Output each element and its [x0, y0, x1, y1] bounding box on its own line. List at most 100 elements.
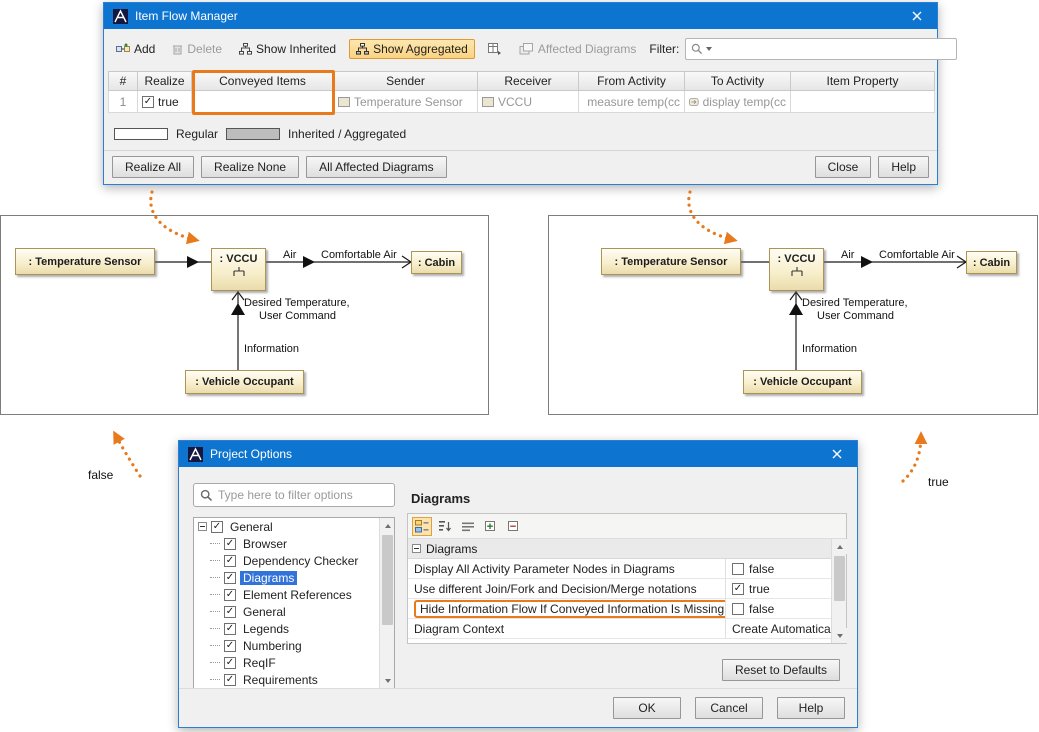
tree-checkbox[interactable]: [224, 640, 236, 652]
temperature-sensor-node[interactable]: : Temperature Sensor: [601, 248, 741, 275]
options-filter-input[interactable]: [218, 488, 388, 502]
inherited-aggregated-swatch: [226, 128, 280, 140]
properties-group-diagrams[interactable]: Diagrams: [408, 539, 831, 559]
sync-columns-button[interactable]: [484, 41, 506, 57]
cabin-node[interactable]: : Cabin: [411, 251, 462, 274]
show-inherited-button[interactable]: Show Inherited: [235, 40, 340, 58]
categorized-view-icon: [415, 520, 429, 533]
magicdraw-app-icon: [188, 447, 203, 462]
realize-none-button[interactable]: Realize None: [201, 156, 299, 178]
air-flow-label: Air: [841, 249, 854, 261]
tree-scrollbar[interactable]: [379, 518, 394, 688]
property-row-hide-information-flow[interactable]: Hide Information Flow If Conveyed Inform…: [408, 599, 831, 619]
tree-item-numbering[interactable]: Numbering: [194, 637, 394, 654]
vehicle-occupant-node[interactable]: : Vehicle Occupant: [743, 370, 862, 394]
column-header-sender[interactable]: Sender: [334, 71, 478, 91]
tree-item-requirements[interactable]: Requirements: [194, 671, 394, 688]
column-header-to-activity[interactable]: To Activity: [685, 71, 791, 91]
cabin-node[interactable]: : Cabin: [966, 251, 1017, 274]
scroll-up-icon[interactable]: [832, 539, 847, 554]
scroll-up-icon[interactable]: [380, 518, 395, 533]
table-row[interactable]: 1 true Temperature Sensor VCCU measure t…: [108, 91, 935, 113]
value-checkbox-unchecked[interactable]: [732, 563, 744, 575]
scroll-down-icon[interactable]: [380, 673, 395, 688]
column-header-num[interactable]: #: [108, 71, 138, 91]
vccu-node[interactable]: : VCCU: [769, 248, 824, 291]
tree-checkbox[interactable]: [224, 555, 236, 567]
value-checkbox-checked[interactable]: [732, 583, 744, 595]
po-help-button[interactable]: Help: [777, 697, 845, 719]
regular-label: Regular: [176, 127, 218, 141]
tree-checkbox[interactable]: [224, 606, 236, 618]
ok-button[interactable]: OK: [613, 697, 681, 719]
column-header-from-activity[interactable]: From Activity: [579, 71, 685, 91]
add-button[interactable]: Add: [112, 40, 159, 58]
rake-icon: [232, 267, 246, 277]
column-header-realize[interactable]: Realize: [138, 71, 192, 91]
po-close-icon[interactable]: [826, 445, 848, 463]
cell-item-property[interactable]: [791, 91, 935, 113]
tree-checkbox[interactable]: [224, 589, 236, 601]
collapse-all-button[interactable]: [504, 517, 524, 536]
tree-item-diagrams[interactable]: Diagrams: [194, 569, 394, 586]
cell-receiver: VCCU: [478, 91, 579, 113]
column-header-receiver[interactable]: Receiver: [478, 71, 579, 91]
affected-diagrams-button[interactable]: Affected Diagrams: [515, 40, 641, 58]
scrollbar-thumb[interactable]: [382, 535, 393, 625]
tree-item-legends[interactable]: Legends: [194, 620, 394, 637]
tree-checkbox[interactable]: [211, 521, 223, 533]
collapse-icon[interactable]: [412, 544, 421, 553]
filter-input[interactable]: [715, 42, 951, 56]
property-row-display-parameter-nodes[interactable]: Display All Activity Parameter Nodes in …: [408, 559, 831, 579]
all-affected-diagrams-button[interactable]: All Affected Diagrams: [306, 156, 447, 178]
realize-value: true: [158, 95, 179, 109]
expand-all-button[interactable]: [481, 517, 501, 536]
cell-conveyed-items[interactable]: [192, 91, 334, 113]
cancel-button[interactable]: Cancel: [695, 697, 763, 719]
close-button[interactable]: Close: [815, 156, 872, 178]
value-checkbox-unchecked[interactable]: [732, 603, 744, 615]
help-button[interactable]: Help: [878, 156, 929, 178]
vccu-node[interactable]: : VCCU: [211, 248, 266, 291]
reset-to-defaults-button[interactable]: Reset to Defaults: [722, 659, 840, 681]
property-row-join-fork-notation[interactable]: Use different Join/Fork and Decision/Mer…: [408, 579, 831, 599]
temperature-sensor-node[interactable]: : Temperature Sensor: [15, 248, 155, 275]
po-title: Project Options: [210, 447, 292, 461]
column-header-item-property[interactable]: Item Property: [791, 71, 935, 91]
categorized-view-button[interactable]: [412, 517, 432, 536]
delete-button[interactable]: Delete: [168, 40, 226, 58]
ifm-titlebar: Item Flow Manager: [104, 3, 937, 29]
properties-scrollbar[interactable]: [831, 539, 846, 643]
realize-all-button[interactable]: Realize All: [112, 156, 194, 178]
column-header-conveyed-items[interactable]: Conveyed Items: [192, 71, 334, 91]
ifm-buttons: Realize All Realize None All Affected Di…: [112, 156, 929, 178]
vehicle-occupant-node[interactable]: : Vehicle Occupant: [185, 370, 304, 394]
show-aggregated-button[interactable]: Show Aggregated: [349, 39, 475, 59]
desired-temperature-label: Desired Temperature,: [802, 297, 908, 309]
realize-checkbox[interactable]: [142, 96, 154, 108]
sort-alphabetically-button[interactable]: [435, 517, 455, 536]
project-options-dialog: Project Options General Browser Dependen…: [178, 440, 858, 728]
scrollbar-thumb[interactable]: [834, 556, 845, 601]
scroll-down-icon[interactable]: [832, 628, 847, 643]
tree-item-reqif[interactable]: ReqIF: [194, 654, 394, 671]
collapse-icon[interactable]: [198, 522, 207, 531]
tree-checkbox[interactable]: [224, 538, 236, 550]
ifm-close-icon[interactable]: [906, 7, 928, 25]
ifm-right-buttons: Close Help: [815, 156, 929, 178]
tree-item-browser[interactable]: Browser: [194, 535, 394, 552]
show-description-button[interactable]: [458, 517, 478, 536]
tree-checkbox[interactable]: [224, 623, 236, 635]
tree-item-general[interactable]: General: [194, 603, 394, 620]
tree-item-element-references[interactable]: Element References: [194, 586, 394, 603]
tree-checkbox[interactable]: [224, 674, 236, 686]
filter-options-caret-icon[interactable]: [706, 47, 712, 51]
property-row-diagram-context[interactable]: Diagram Context Create Automatically: [408, 619, 831, 639]
tree-checkbox[interactable]: [224, 572, 236, 584]
tree-item-label: Browser: [240, 537, 290, 551]
ifm-separator: [104, 150, 937, 151]
tree-checkbox[interactable]: [224, 657, 236, 669]
tree-item-dependency-checker[interactable]: Dependency Checker: [194, 552, 394, 569]
tree-item-general-root[interactable]: General: [194, 518, 394, 535]
item-flow-manager-dialog: Item Flow Manager Add Delete Show Inheri…: [103, 2, 938, 185]
